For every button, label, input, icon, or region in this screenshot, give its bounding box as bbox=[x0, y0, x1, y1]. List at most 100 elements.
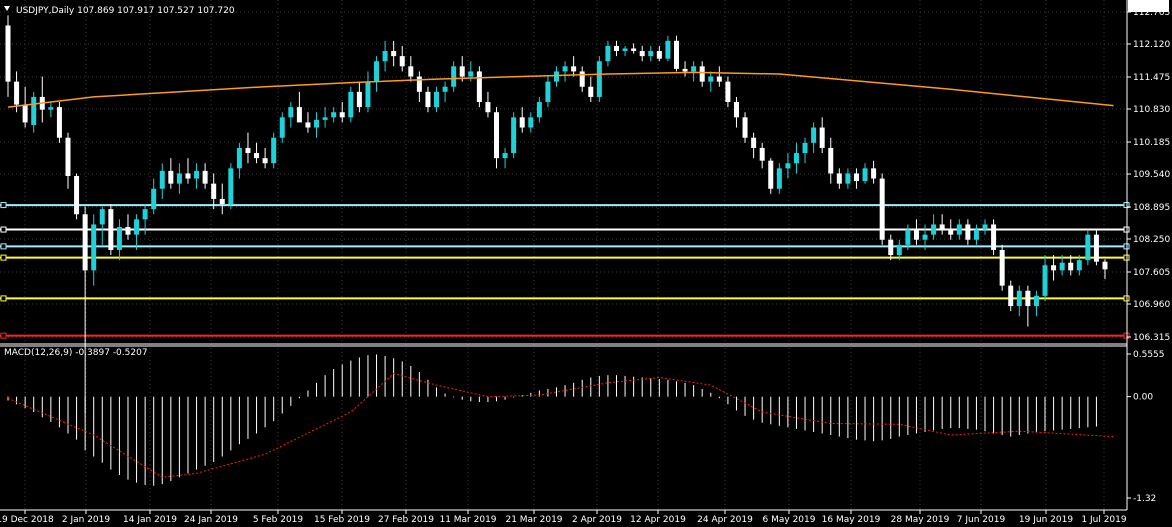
candle-bear bbox=[5, 25, 11, 82]
candle-bull bbox=[605, 45, 611, 62]
candle-bear bbox=[656, 51, 662, 59]
candle-bull bbox=[536, 102, 542, 118]
candle-bull bbox=[905, 229, 911, 245]
candle-bull bbox=[142, 209, 148, 220]
date-axis-label: 5 Feb 2019 bbox=[253, 515, 304, 525]
price-axis-label: 110.185 bbox=[1133, 138, 1170, 148]
candle-bull bbox=[1059, 262, 1065, 271]
candle-bear bbox=[751, 137, 757, 148]
chart-background bbox=[0, 0, 1172, 527]
date-axis-label: 27 Feb 2019 bbox=[378, 515, 434, 525]
candle-bull bbox=[134, 219, 140, 235]
candle-bear bbox=[168, 170, 174, 184]
candle-bull bbox=[279, 117, 285, 138]
price-axis-label: 112.120 bbox=[1133, 40, 1170, 50]
candle-bull bbox=[665, 40, 671, 59]
macd-axis-label: 0.5555 bbox=[1133, 350, 1165, 360]
candle-bull bbox=[116, 226, 122, 250]
candle-bear bbox=[879, 178, 885, 240]
price-axis-label: 106.315 bbox=[1133, 333, 1170, 343]
candle-bear bbox=[494, 112, 500, 159]
level-handle-left bbox=[0, 226, 7, 233]
candle-bear bbox=[725, 81, 731, 103]
candle-bear bbox=[759, 147, 765, 161]
candle-bear bbox=[408, 66, 414, 77]
candle-bear bbox=[1008, 285, 1014, 307]
candle-bull bbox=[802, 142, 808, 154]
candle-bull bbox=[811, 127, 817, 143]
candle-bear bbox=[202, 170, 208, 184]
candle-bear bbox=[1051, 265, 1057, 271]
candle-bear bbox=[391, 51, 397, 57]
candle-bear bbox=[399, 56, 405, 67]
candle-bull bbox=[31, 96, 37, 125]
price-axis-label: 106.960 bbox=[1133, 300, 1170, 310]
candle-bear bbox=[853, 173, 859, 182]
candle-bull bbox=[648, 51, 654, 57]
candle-bull bbox=[793, 153, 799, 164]
candle-bull bbox=[374, 61, 380, 82]
candle-bull bbox=[322, 117, 328, 120]
candle-bear bbox=[425, 91, 431, 108]
chart-canvas[interactable]: 112.765112.120111.475110.830110.185109.5… bbox=[0, 0, 1172, 527]
candle-bull bbox=[596, 61, 602, 97]
level-handle-left bbox=[0, 243, 7, 250]
candle-bull bbox=[502, 153, 508, 159]
candle-bear bbox=[82, 214, 88, 271]
symbol-header: USDJPY,Daily 107.869 107.917 107.527 107… bbox=[16, 6, 235, 16]
candle-bull bbox=[862, 168, 868, 182]
candle-bear bbox=[913, 229, 919, 240]
price-axis-label: 111.475 bbox=[1133, 73, 1170, 83]
candle-bull bbox=[708, 76, 714, 82]
candle-bear bbox=[639, 51, 645, 57]
candle-bear bbox=[22, 104, 28, 123]
date-axis-label: 24 Jan 2019 bbox=[184, 515, 238, 525]
candle-bear bbox=[14, 81, 20, 105]
candle-bear bbox=[1025, 290, 1031, 307]
candle-bull bbox=[785, 163, 791, 169]
candle-bull bbox=[922, 234, 928, 240]
price-axis-label: 107.605 bbox=[1133, 268, 1170, 278]
current-price-label: 107.720 bbox=[1131, 0, 1168, 3]
candle-bear bbox=[999, 249, 1005, 286]
candle-bull bbox=[896, 244, 902, 256]
date-axis-label: 21 Mar 2019 bbox=[505, 515, 562, 525]
candle-bull bbox=[1076, 260, 1082, 271]
candle-bear bbox=[245, 147, 251, 154]
candle-bull bbox=[845, 173, 851, 184]
candle-bull bbox=[159, 170, 165, 189]
candle-bull bbox=[1016, 290, 1022, 307]
candle-bull bbox=[973, 229, 979, 240]
candle-bear bbox=[733, 102, 739, 118]
candle-bear bbox=[716, 76, 722, 82]
candle-bull bbox=[271, 137, 277, 164]
candle-bear bbox=[56, 107, 62, 138]
candle-bear bbox=[305, 122, 311, 128]
date-axis-label: 19 Jun 2019 bbox=[1019, 515, 1073, 525]
macd-header: MACD(12,26,9) -0.3897 -0.5207 bbox=[4, 348, 148, 358]
date-axis-label: 6 May 2019 bbox=[763, 515, 816, 525]
candle-bear bbox=[1068, 262, 1074, 271]
price-axis-label: 109.540 bbox=[1133, 170, 1170, 180]
candle-bear bbox=[631, 48, 637, 52]
candle-bull bbox=[91, 224, 97, 271]
candle-bear bbox=[965, 224, 971, 240]
macd-axis-label: -1.32 bbox=[1133, 494, 1156, 504]
level-handle-left bbox=[0, 332, 7, 339]
candle-bull bbox=[545, 81, 551, 103]
candle-bull bbox=[434, 91, 440, 108]
candle-bull bbox=[442, 86, 448, 92]
macd-axis-label: 0.00 bbox=[1133, 393, 1153, 403]
date-axis-label: 7 Jun 2019 bbox=[957, 515, 1006, 525]
candle-bull bbox=[228, 168, 234, 205]
date-axis-label: 16 May 2019 bbox=[822, 515, 881, 525]
candle-bull bbox=[99, 209, 105, 225]
candle-bear bbox=[459, 66, 465, 77]
candle-bear bbox=[1093, 234, 1099, 262]
date-axis-label: 11 Mar 2019 bbox=[439, 515, 496, 525]
price-axis-label: 110.830 bbox=[1133, 105, 1170, 115]
candle-bear bbox=[185, 173, 191, 179]
candle-bear bbox=[991, 224, 997, 250]
candle-bear bbox=[476, 71, 482, 103]
candle-bull bbox=[622, 48, 628, 52]
